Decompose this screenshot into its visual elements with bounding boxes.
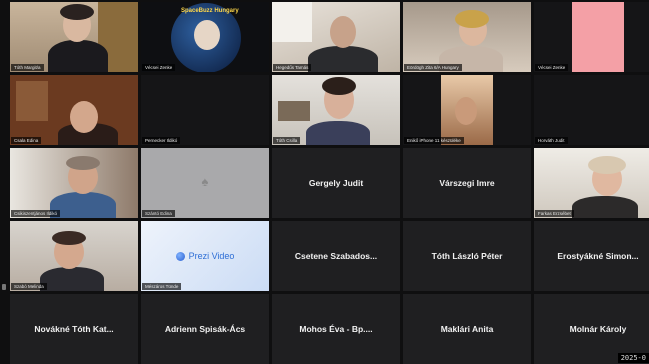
prezi-label: Prezi Video xyxy=(188,251,235,261)
participant-label: Tóth Margit/a xyxy=(11,64,44,71)
video-tile[interactable]: Farkas Erzsébet xyxy=(534,148,649,218)
participant-tile[interactable]: Gergely Judit xyxy=(272,148,400,218)
participant-grid: Tóth Margit/a SpaceBuzz Hungary Vécsei Z… xyxy=(10,2,649,364)
participant-tile[interactable]: Novákné Tóth Kat... xyxy=(10,294,138,364)
prezi-logo-icon xyxy=(175,251,185,261)
participant-name: Mohos Éva - Bp.... xyxy=(299,324,373,334)
participant-name: Novákné Tóth Kat... xyxy=(34,324,114,334)
participant-label: Szabó Melinda xyxy=(11,283,47,290)
participant-label: Szántó Edina xyxy=(142,210,175,217)
collapse-handle-icon[interactable] xyxy=(2,284,6,290)
participant-tile[interactable]: Mohos Éva - Bp.... xyxy=(272,294,400,364)
video-tile[interactable]: Tóth Csilla xyxy=(272,75,400,145)
participant-tile[interactable]: Erostyákné Simon... xyxy=(534,221,649,291)
participant-label: Farkas Erzsébet xyxy=(535,210,574,217)
video-tile[interactable]: Csala Edina xyxy=(10,75,138,145)
participant-tile[interactable]: Tóth László Péter xyxy=(403,221,531,291)
video-tile[interactable]: Horváth Judit xyxy=(534,75,649,145)
participant-name: Csetene Szabados... xyxy=(294,251,378,261)
user-placeholder-icon: ♠ xyxy=(201,174,209,189)
participant-name: Várszegi Imre xyxy=(439,178,495,188)
participant-label: Csikiszentjános Ildikó xyxy=(11,210,61,217)
participant-label: Horváth Judit xyxy=(535,137,568,144)
participant-label: Hegedűs Tamás xyxy=(273,64,312,71)
video-tile[interactable]: Eördögh Zita 6/A Hungary xyxy=(403,2,531,72)
participant-label: Vécsei Zenke xyxy=(142,64,176,71)
participant-label: Csala Edina xyxy=(11,137,42,144)
video-tile[interactable]: Csikiszentjános Ildikó xyxy=(10,148,138,218)
participant-name: Erostyákné Simon... xyxy=(557,251,639,261)
participant-tile[interactable]: Maklári Anita xyxy=(403,294,531,364)
video-tile[interactable]: Pernecker Ildikó xyxy=(141,75,269,145)
participant-label: Mészáros Tünde xyxy=(142,283,182,290)
participant-name: Gergely Judit xyxy=(308,178,364,188)
participant-label: Enikő iPhone 11 készüléke xyxy=(404,137,464,144)
participant-name: Maklári Anita xyxy=(440,324,494,334)
participant-label: Vécsei Zenke xyxy=(535,64,569,71)
video-tile[interactable]: SpaceBuzz Hungary Vécsei Zenke xyxy=(141,2,269,72)
participant-label: Tóth Csilla xyxy=(273,137,301,144)
participant-name: Adrienn Spisák-Ács xyxy=(164,324,246,334)
video-tile[interactable]: Prezi Video Mészáros Tünde xyxy=(141,221,269,291)
video-tile[interactable]: ♠ Szántó Edina xyxy=(141,148,269,218)
logo-text: SpaceBuzz Hungary xyxy=(181,8,239,14)
participant-tile[interactable]: Várszegi Imre xyxy=(403,148,531,218)
prezi-video-screen: Prezi Video xyxy=(141,221,269,291)
video-tile[interactable]: Enikő iPhone 11 készüléke xyxy=(403,75,531,145)
participant-label: Eördögh Zita 6/A Hungary xyxy=(404,64,462,71)
participant-tile[interactable]: Adrienn Spisák-Ács xyxy=(141,294,269,364)
video-tile[interactable]: Hegedűs Tamás xyxy=(272,2,400,72)
participant-tile[interactable]: Csetene Szabados... xyxy=(272,221,400,291)
video-tile[interactable]: Vécsei Zenke xyxy=(534,2,649,72)
participant-label: Pernecker Ildikó xyxy=(142,137,181,144)
video-tile[interactable]: Tóth Margit/a xyxy=(10,2,138,72)
participant-name: Tóth László Péter xyxy=(431,251,503,261)
timestamp: 2025-0 xyxy=(617,353,649,363)
video-tile[interactable]: Szabó Melinda xyxy=(10,221,138,291)
